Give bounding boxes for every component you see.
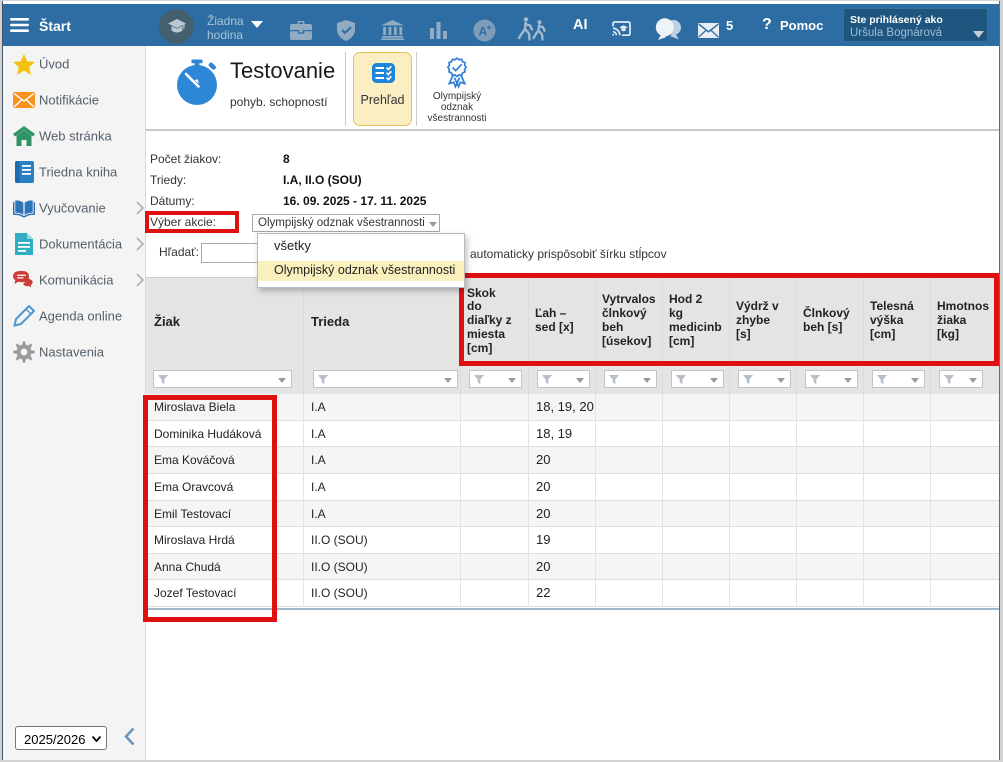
svg-text:+: + [487,23,492,33]
